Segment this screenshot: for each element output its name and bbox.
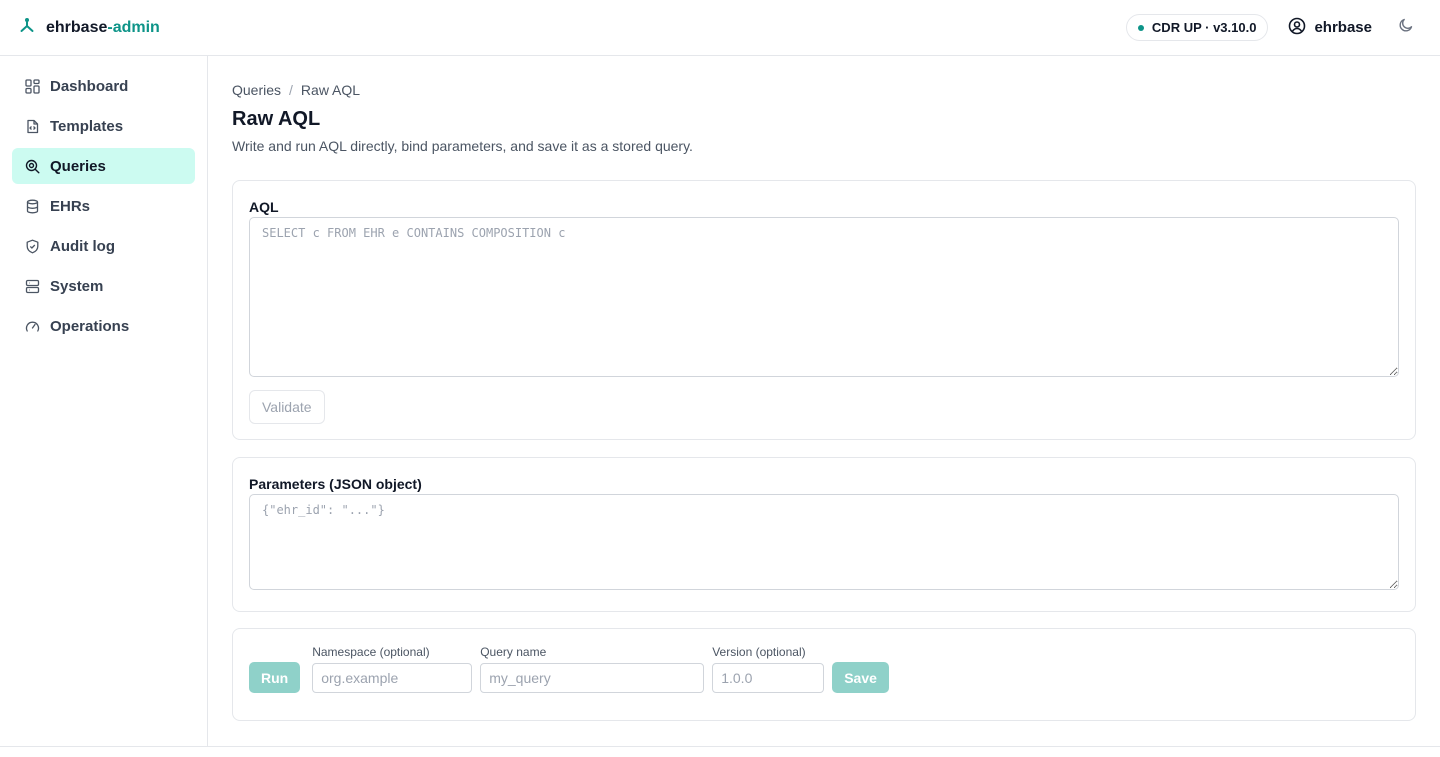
sidebar-item-queries[interactable]: Queries (12, 148, 195, 184)
dashboard-icon (24, 78, 40, 94)
brand-name: ehrbase (46, 18, 108, 36)
top-right-controls: CDR UP · v3.10.0 ehrbase (1125, 14, 1420, 42)
aql-editor[interactable] (249, 217, 1399, 377)
user-name: ehrbase (1314, 19, 1372, 36)
sidebar: Dashboard Templates Queries EHRs Audit l… (0, 56, 208, 746)
aql-card: AQL Validate (232, 180, 1416, 440)
validate-button[interactable]: Validate (249, 390, 325, 424)
parameters-label: Parameters (JSON object) (249, 476, 422, 492)
user-menu[interactable]: ehrbase (1288, 17, 1372, 39)
server-icon (24, 278, 40, 294)
sidebar-item-templates[interactable]: Templates (12, 108, 195, 144)
sidebar-item-audit-log[interactable]: Audit log (12, 228, 195, 264)
brand-accent: -admin (107, 18, 160, 36)
status-text: CDR UP · v3.10.0 (1151, 20, 1257, 35)
brand-logo-icon (18, 16, 36, 39)
gauge-icon (24, 318, 40, 334)
page-description: Write and run AQL directly, bind paramet… (232, 138, 693, 154)
breadcrumb-parent-link[interactable]: Queries (232, 82, 281, 98)
top-bar: ehrbase-admin CDR UP · v3.10.0 ehrbase (0, 0, 1440, 56)
namespace-label: Namespace (optional) (312, 645, 430, 659)
sidebar-item-label: System (50, 277, 104, 295)
sidebar-item-label: Queries (50, 157, 106, 175)
save-button[interactable]: Save (832, 662, 889, 693)
shield-icon (24, 238, 40, 254)
user-icon (1288, 17, 1306, 39)
version-input[interactable] (712, 663, 825, 693)
breadcrumb-separator: / (289, 82, 293, 98)
parameters-editor[interactable] (249, 494, 1399, 590)
actions-row: Run Namespace (optional) Query name Vers… (249, 645, 1399, 693)
theme-toggle-button[interactable] (1392, 14, 1420, 42)
sidebar-item-label: Audit log (50, 237, 115, 255)
sidebar-item-label: Dashboard (50, 77, 129, 95)
namespace-field: Namespace (optional) (312, 645, 473, 693)
sidebar-item-operations[interactable]: Operations (12, 308, 195, 344)
sidebar-item-label: EHRs (50, 197, 91, 215)
moon-icon (1398, 17, 1414, 38)
breadcrumb: Queries / Raw AQL (232, 82, 1416, 98)
namespace-input[interactable] (312, 663, 473, 693)
database-icon (24, 198, 40, 214)
parameters-card: Parameters (JSON object) (232, 457, 1416, 612)
query-name-label: Query name (480, 645, 547, 659)
version-label: Version (optional) (712, 645, 806, 659)
sidebar-item-label: Operations (50, 317, 130, 335)
status-dot (1137, 24, 1144, 31)
templates-icon (24, 118, 40, 134)
status-badge: CDR UP · v3.10.0 (1125, 14, 1269, 41)
sidebar-item-system[interactable]: System (12, 268, 195, 304)
brand[interactable]: ehrbase-admin (18, 16, 160, 39)
queries-icon (24, 158, 40, 174)
query-name-field: Query name (480, 645, 705, 693)
sidebar-item-ehrs[interactable]: EHRs (12, 188, 195, 224)
aql-label: AQL (249, 199, 279, 215)
breadcrumb-current: Raw AQL (300, 82, 361, 98)
sidebar-item-label: Templates (50, 117, 124, 135)
version-field: Version (optional) (712, 645, 825, 693)
bottom-divider (0, 746, 1440, 747)
actions-card: Run Namespace (optional) Query name Vers… (232, 628, 1416, 721)
query-name-input[interactable] (480, 663, 705, 693)
main-content: Queries / Raw AQL Raw AQL Write and run … (208, 56, 1440, 746)
page-title: Raw AQL (232, 108, 321, 130)
run-button[interactable]: Run (249, 662, 301, 693)
sidebar-item-dashboard[interactable]: Dashboard (12, 68, 195, 104)
